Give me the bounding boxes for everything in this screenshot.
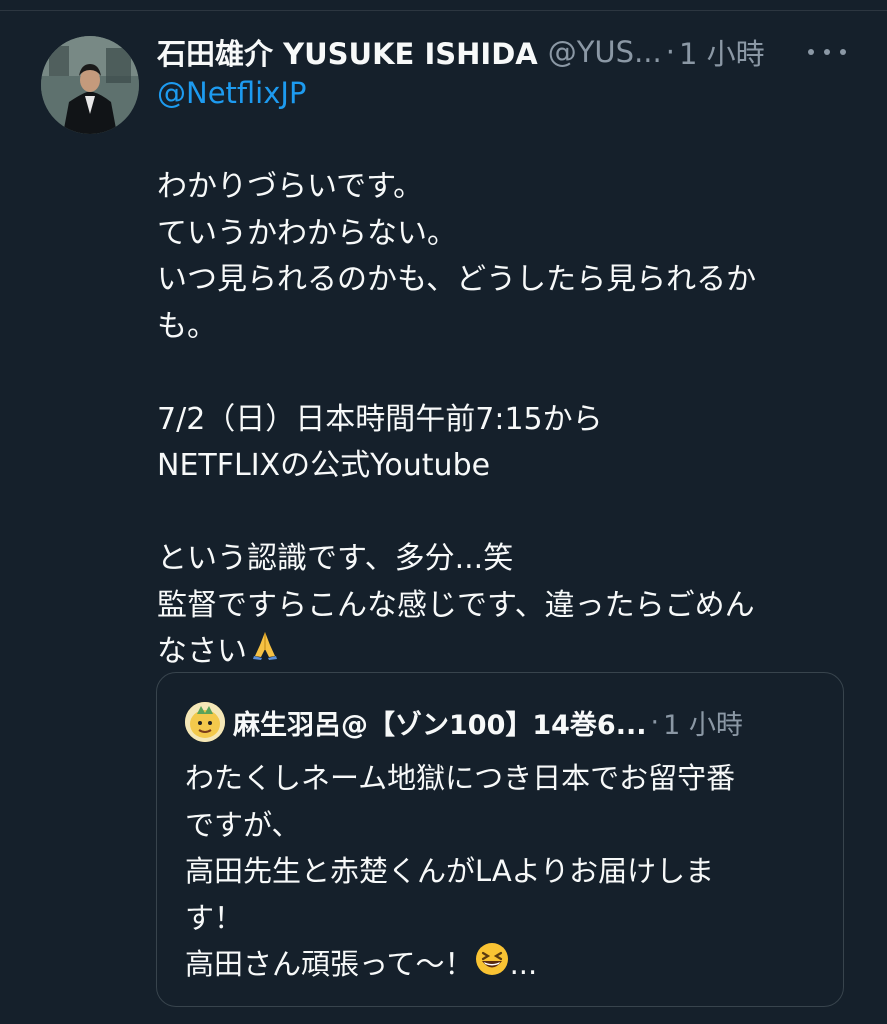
- folded-hands-icon: [249, 629, 281, 676]
- tweet-time[interactable]: 1 小時: [679, 31, 765, 73]
- tweet-text: わかりづらいです。 ていうかわからない。 いつ見られるのかも、どうしたら見られる…: [157, 164, 837, 676]
- quoted-author-name[interactable]: 麻生羽呂@【ゾン100】14巻6...: [233, 703, 647, 742]
- more-options-button[interactable]: [808, 38, 846, 66]
- more-dot-icon: [840, 49, 846, 55]
- header-separator: ·: [665, 35, 675, 69]
- avatar-photo-icon: [41, 36, 139, 134]
- author-name[interactable]: 石田雄介 YUSUKE ISHIDA: [157, 31, 538, 73]
- tweet-text-line: いつ見られるのかも、どうしたら見られるか: [157, 262, 757, 297]
- tweet-text-last-line: なさい: [157, 629, 837, 676]
- tweet-text-line: 7/2（日）日本時間午前7:15から: [157, 401, 603, 437]
- tweet-screen: 石田雄介 YUSUKE ISHIDA @YUS... · 1 小時 @Netfl…: [0, 0, 887, 1024]
- quoted-text-line: わたくしネーム地獄につき日本でお留守番: [185, 761, 736, 795]
- tweet-text-line: 監督ですらこんな感じです、違ったらごめん: [157, 587, 755, 623]
- quoted-tweet-card[interactable]: 麻生羽呂@【ゾン100】14巻6... · 1 小時 わたくしネーム地獄につき日…: [156, 672, 844, 1007]
- tweet-text-line: も。: [157, 308, 217, 344]
- quoted-text-line: 高田先生と赤楚くんがLAよりお届けしま: [185, 854, 715, 888]
- tweet-text-line: NETFLIXの公式Youtube: [157, 448, 491, 483]
- quoted-tweet-text: わたくしネーム地獄につき日本でお留守番 ですが、 高田先生と赤楚くんがLAよりお…: [185, 755, 825, 988]
- author-handle[interactable]: @YUS...: [548, 35, 662, 69]
- reply-mention-link[interactable]: @NetflixJP: [157, 76, 306, 110]
- quoted-text-line: す！: [185, 900, 244, 935]
- quoted-avatar-character-icon: [185, 702, 225, 742]
- grinning-squinting-face-icon: [474, 941, 510, 991]
- top-divider: [0, 10, 887, 11]
- quoted-header-separator: ·: [650, 706, 660, 738]
- quoted-tweet-header: 麻生羽呂@【ゾン100】14巻6... · 1 小時: [185, 699, 825, 745]
- tweet-header: 石田雄介 YUSUKE ISHIDA @YUS... · 1 小時: [157, 30, 877, 74]
- quoted-tweet-time[interactable]: 1 小時: [663, 703, 743, 742]
- author-avatar[interactable]: [41, 36, 139, 134]
- tweet-text-line: という認識です、多分...笑: [157, 541, 514, 576]
- quoted-text-truncation: ...: [509, 947, 538, 981]
- tweet-text-line: わかりづらいです。: [157, 169, 424, 204]
- quoted-text-last-line: 高田さん頑張って〜！ ...: [185, 941, 825, 988]
- more-dot-icon: [808, 49, 814, 55]
- more-dot-icon: [824, 49, 830, 55]
- quoted-author-avatar[interactable]: [185, 702, 225, 742]
- quoted-text-line: ですが、: [185, 807, 301, 842]
- quoted-text-line: 高田さん頑張って〜！: [185, 947, 474, 981]
- tweet-text-line: なさい: [157, 634, 247, 669]
- tweet-text-line: ていうかわからない。: [157, 215, 457, 251]
